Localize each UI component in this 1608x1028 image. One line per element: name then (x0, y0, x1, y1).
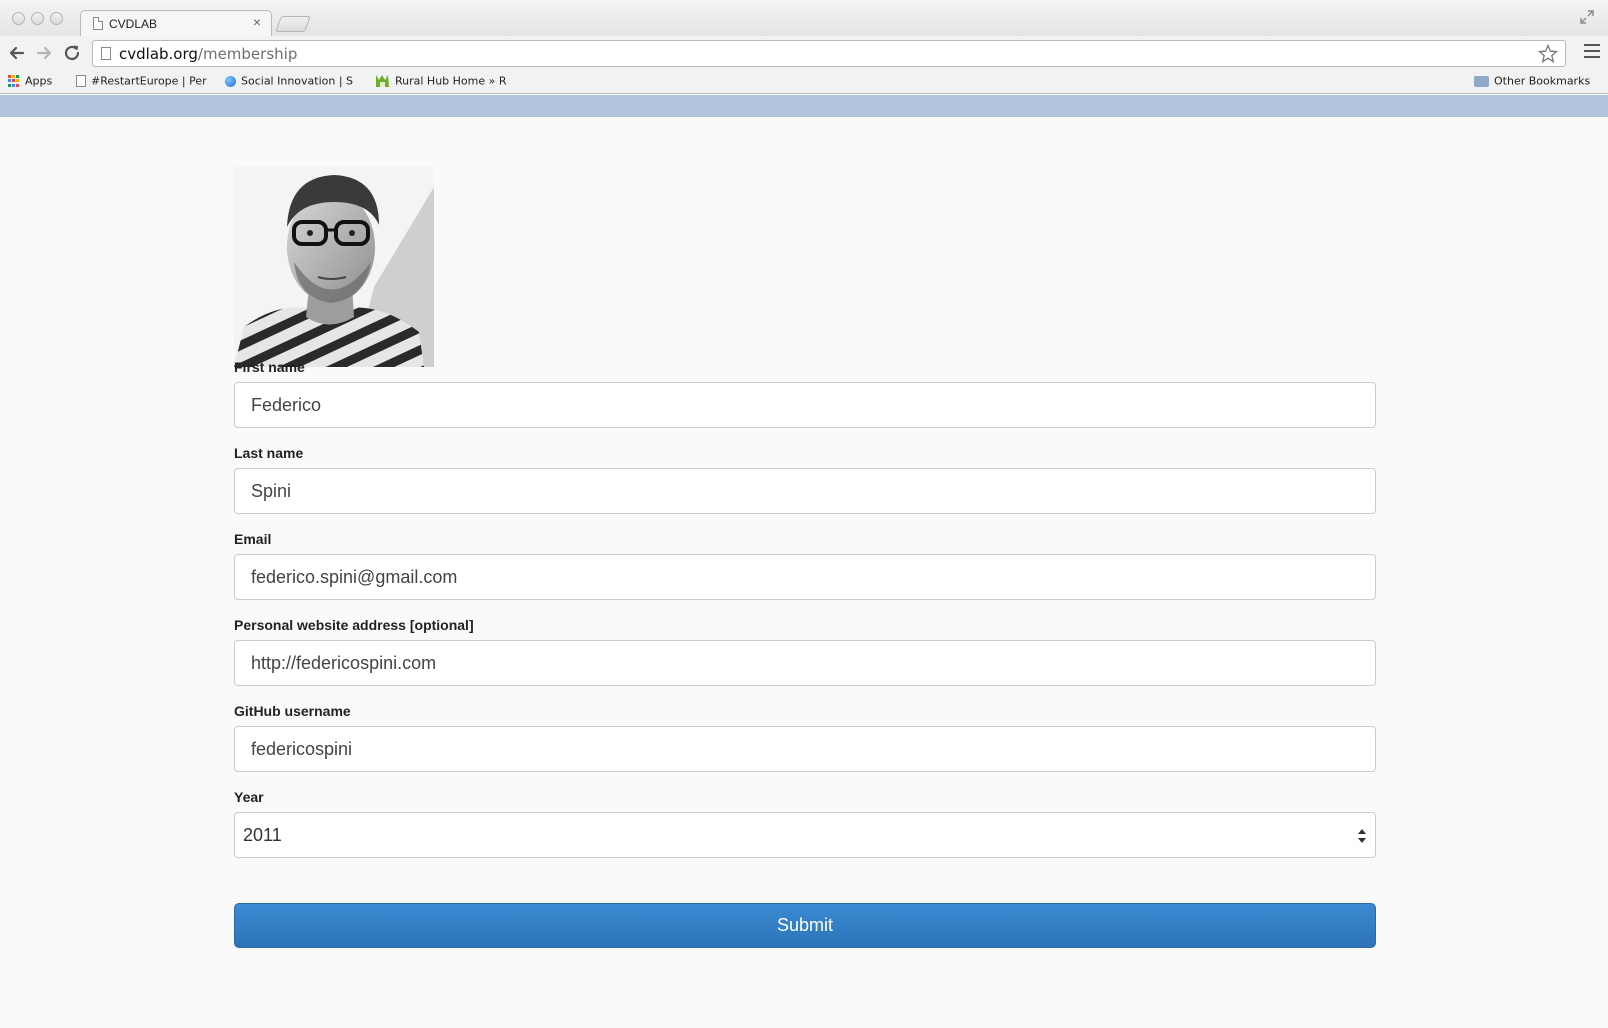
url-text: cvdlab.org/membership (119, 45, 297, 63)
folder-icon (1474, 75, 1489, 87)
year-select-value: 2011 (243, 825, 282, 845)
last-name-input[interactable] (234, 468, 1376, 514)
github-username-label: GitHub username (234, 703, 351, 719)
page-icon (101, 47, 111, 60)
address-bar[interactable]: cvdlab.org/membership (92, 40, 1566, 67)
page-icon (93, 17, 103, 30)
email-input[interactable] (234, 554, 1376, 600)
fullscreen-icon[interactable] (1580, 10, 1594, 24)
back-icon[interactable] (6, 42, 28, 64)
year-label: Year (234, 789, 264, 805)
browser-tab[interactable]: CVDLAB × (80, 10, 272, 37)
bookmark-label: Rural Hub Home » R (395, 74, 507, 88)
page-header-band (0, 95, 1608, 117)
window-minimize-button[interactable] (31, 12, 44, 25)
portrait-illustration (234, 167, 434, 367)
bookmark-rural-hub[interactable]: Rural Hub Home » R (375, 74, 511, 90)
last-name-label: Last name (234, 445, 304, 461)
select-arrows-icon (1358, 829, 1366, 843)
browser-titlebar: CVDLAB × (0, 0, 1608, 37)
bookmark-restarteurope[interactable]: #RestartEurope | Per (76, 74, 208, 90)
url-host: cvdlab.org (119, 45, 198, 63)
bookmark-label: #RestartEurope | Per (91, 74, 207, 88)
window-zoom-button[interactable] (50, 12, 63, 25)
new-tab-button[interactable] (275, 16, 311, 32)
email-label: Email (234, 531, 272, 547)
year-select[interactable]: 2011 (234, 812, 1376, 858)
window-close-button[interactable] (12, 12, 25, 25)
other-bookmarks[interactable]: Other Bookmarks (1474, 74, 1596, 90)
tab-close-icon[interactable]: × (253, 14, 261, 30)
first-name-input[interactable] (234, 382, 1376, 428)
bookmark-star-icon[interactable] (1537, 43, 1559, 65)
globe-icon (225, 75, 236, 87)
browser-toolbar: cvdlab.org/membership (0, 36, 1608, 70)
url-path: /membership (197, 45, 298, 63)
bookmark-apps[interactable]: Apps (8, 74, 64, 90)
chrome-menu-icon[interactable] (1584, 44, 1600, 60)
first-name-label: First name (234, 359, 305, 375)
bookmarks-bar: Apps #RestartEurope | Per Social Innovat… (0, 70, 1608, 94)
forward-icon[interactable] (33, 42, 55, 64)
submit-button[interactable]: Submit (234, 903, 1376, 948)
github-username-input[interactable] (234, 726, 1376, 772)
tab-title: CVDLAB (109, 17, 158, 31)
website-label: Personal website address [optional] (234, 617, 474, 633)
page-icon (76, 75, 86, 87)
other-bookmarks-label: Other Bookmarks (1494, 74, 1591, 88)
rural-hub-icon (376, 75, 389, 87)
bookmark-label: Apps (25, 74, 53, 88)
bookmark-label: Social Innovation | S (241, 74, 354, 88)
reload-icon[interactable] (61, 42, 83, 64)
bookmark-social-innovation[interactable]: Social Innovation | S (225, 74, 357, 90)
member-photo (234, 167, 434, 367)
website-input[interactable] (234, 640, 1376, 686)
apps-grid-icon (8, 75, 20, 87)
